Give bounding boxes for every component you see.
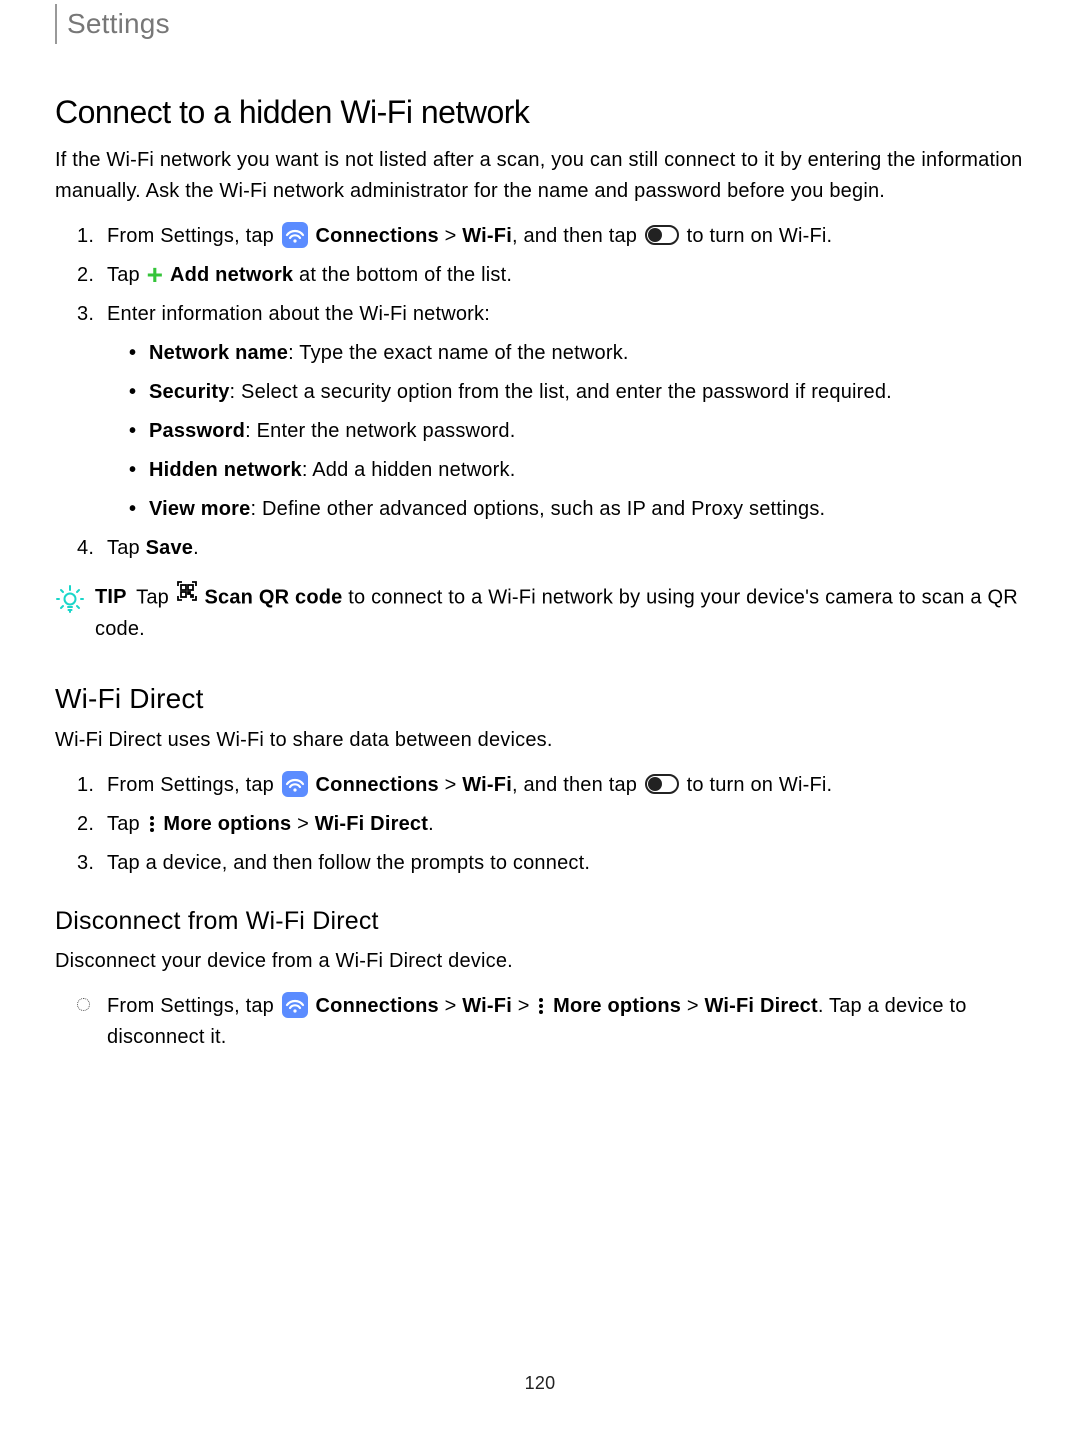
- field-security: Security: Select a security option from …: [107, 377, 1025, 408]
- intro-disconnect: Disconnect your device from a Wi-Fi Dire…: [55, 946, 1025, 977]
- add-network-label: Add network: [170, 264, 293, 286]
- more-options-icon: [148, 816, 156, 832]
- steps-hidden-wifi: From Settings, tap Connections > Wi-Fi, …: [55, 221, 1025, 564]
- field-network-name: Network name: Type the exact name of the…: [107, 338, 1025, 369]
- text: : Type the exact name of the network.: [288, 342, 629, 364]
- intro-wifi-direct: Wi-Fi Direct uses Wi-Fi to share data be…: [55, 725, 1025, 756]
- heading-disconnect-wifi-direct: Disconnect from Wi-Fi Direct: [55, 907, 1025, 936]
- toggle-icon: [645, 774, 679, 794]
- text: From Settings, tap: [107, 995, 280, 1017]
- label: Security: [149, 381, 230, 403]
- text: : Select a security option from the list…: [230, 381, 892, 403]
- text: From Settings, tap: [107, 774, 280, 796]
- label: Network name: [149, 342, 288, 364]
- connections-label: Connections: [316, 225, 439, 247]
- wifi-icon: [282, 771, 308, 797]
- save-label: Save: [146, 537, 194, 559]
- text: .: [428, 813, 434, 835]
- step-3: Tap a device, and then follow the prompt…: [55, 848, 1025, 879]
- step-2: Tap + Add network at the bottom of the l…: [55, 260, 1025, 291]
- text: Enter information about the Wi-Fi networ…: [107, 303, 490, 325]
- field-hidden-network: Hidden network: Add a hidden network.: [107, 455, 1025, 486]
- text: , and then tap: [512, 225, 643, 247]
- step-3: Enter information about the Wi-Fi networ…: [55, 299, 1025, 525]
- more-options-icon: [537, 998, 545, 1014]
- wifi-direct-label: Wi-Fi Direct: [705, 995, 818, 1017]
- connections-label: Connections: [316, 995, 439, 1017]
- text: to turn on Wi-Fi.: [687, 225, 833, 247]
- text: Tap: [136, 586, 175, 608]
- wifi-label: Wi-Fi: [462, 225, 512, 247]
- step-1: From Settings, tap Connections > Wi-Fi, …: [55, 770, 1025, 801]
- wifi-label: Wi-Fi: [462, 995, 512, 1017]
- step-disconnect: From Settings, tap Connections > Wi-Fi >…: [55, 991, 1025, 1053]
- wifi-icon: [282, 222, 308, 248]
- field-view-more: View more: Define other advanced options…: [107, 494, 1025, 525]
- step-1: From Settings, tap Connections > Wi-Fi, …: [55, 221, 1025, 252]
- lightbulb-icon: [55, 584, 85, 620]
- steps-wifi-direct: From Settings, tap Connections > Wi-Fi, …: [55, 770, 1025, 879]
- text: >: [512, 995, 535, 1017]
- tip-callout: TIP Tap Scan QR code to connect to a Wi-…: [55, 582, 1025, 645]
- text: : Add a hidden network.: [302, 459, 516, 481]
- breadcrumb: Settings: [55, 4, 1025, 44]
- text: at the bottom of the list.: [293, 264, 512, 286]
- step-4: Tap Save.: [55, 533, 1025, 564]
- connections-label: Connections: [316, 774, 439, 796]
- wifi-icon: [282, 992, 308, 1018]
- plus-icon: +: [147, 259, 164, 290]
- text: >: [681, 995, 704, 1017]
- text: >: [291, 813, 314, 835]
- text: >: [439, 225, 462, 247]
- toggle-icon: [645, 225, 679, 245]
- scan-qr-label: Scan QR code: [205, 586, 343, 608]
- page-number: 120: [55, 1373, 1025, 1394]
- step-2: Tap More options > Wi-Fi Direct.: [55, 809, 1025, 840]
- heading-wifi-direct: Wi-Fi Direct: [55, 683, 1025, 715]
- text: From Settings, tap: [107, 225, 280, 247]
- text: Tap: [107, 264, 146, 286]
- label: Hidden network: [149, 459, 302, 481]
- wifi-direct-label: Wi-Fi Direct: [315, 813, 428, 835]
- text: Tap: [107, 537, 146, 559]
- text: to turn on Wi-Fi.: [687, 774, 833, 796]
- wifi-label: Wi-Fi: [462, 774, 512, 796]
- text: Tap: [107, 813, 146, 835]
- intro-paragraph: If the Wi-Fi network you want is not lis…: [55, 145, 1025, 207]
- label: View more: [149, 498, 250, 520]
- text: : Enter the network password.: [245, 420, 515, 442]
- text: >: [439, 774, 462, 796]
- text: .: [193, 537, 199, 559]
- text: , and then tap: [512, 774, 643, 796]
- field-password: Password: Enter the network password.: [107, 416, 1025, 447]
- text: : Define other advanced options, such as…: [250, 498, 825, 520]
- more-options-label: More options: [163, 813, 291, 835]
- tip-text: TIP Tap Scan QR code to connect to a Wi-…: [95, 582, 1025, 645]
- text: >: [439, 995, 462, 1017]
- label: Password: [149, 420, 245, 442]
- tip-label: TIP: [95, 586, 127, 608]
- heading-connect-hidden-wifi: Connect to a hidden Wi-Fi network: [55, 94, 1025, 131]
- qr-icon: [176, 580, 198, 612]
- network-fields-list: Network name: Type the exact name of the…: [107, 338, 1025, 525]
- more-options-label: More options: [553, 995, 681, 1017]
- steps-disconnect: From Settings, tap Connections > Wi-Fi >…: [55, 991, 1025, 1053]
